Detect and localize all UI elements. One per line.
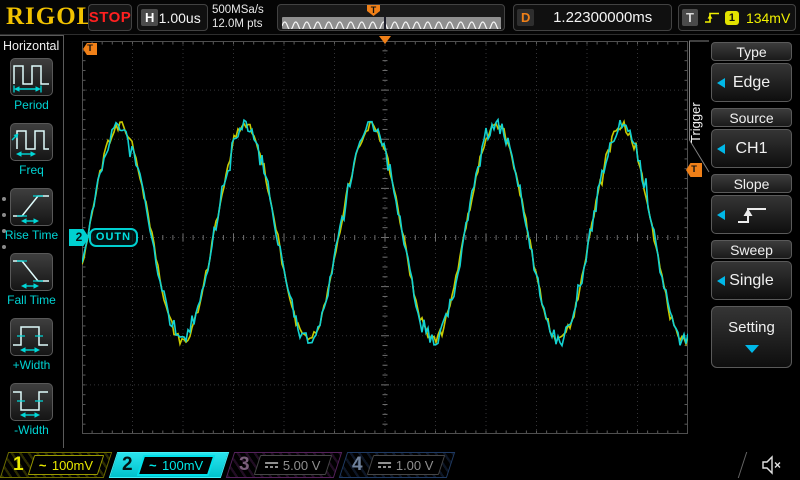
horizontal-label: H <box>141 9 159 26</box>
menu-item-freq[interactable]: Freq <box>0 123 63 177</box>
slope-value-button[interactable] <box>711 195 792 234</box>
fall-time-icon <box>10 253 53 291</box>
rigol-logo: RIGOL <box>6 3 95 30</box>
channel4-status[interactable]: 4 1.00 V <box>338 452 456 478</box>
channel4-number: 4 <box>352 454 363 475</box>
preview-waveform <box>282 21 501 29</box>
trigger-sweep-group: Sweep Single <box>711 240 792 300</box>
menu-item-plus-width[interactable]: +Width <box>0 318 63 372</box>
rise-time-icon <box>10 188 53 226</box>
channel2-scale: 100mV <box>161 457 203 473</box>
trigger-position-flag-icon[interactable]: T <box>367 5 380 16</box>
source-value-button[interactable]: CH1 <box>711 129 792 168</box>
type-value-button[interactable]: Edge <box>711 63 792 102</box>
menu-item-rise-time[interactable]: Rise Time <box>0 188 63 242</box>
channel2-number: 2 <box>122 454 133 475</box>
trigger-label: T <box>682 9 698 26</box>
channel2-signal-label[interactable]: OUTN <box>89 228 138 247</box>
run-stop-indicator[interactable]: STOP <box>88 4 132 31</box>
channel3-number: 3 <box>239 454 250 475</box>
left-arrow-icon <box>717 143 725 154</box>
trigger-slope-group: Slope <box>711 174 792 234</box>
left-arrow-icon <box>717 209 725 220</box>
menu-item-label: +Width <box>12 358 51 372</box>
left-menu-title: Horizontal <box>3 39 60 53</box>
down-arrow-icon <box>744 345 759 353</box>
sweep-value: Single <box>729 272 774 289</box>
sweep-header: Sweep <box>711 240 792 259</box>
trigger-type-group: Type Edge <box>711 42 792 102</box>
horizontal-timebase-box[interactable]: H 1.00us <box>137 4 208 31</box>
period-icon <box>10 58 53 96</box>
channel1-scale: 100mV <box>51 457 93 473</box>
channel3-status[interactable]: 3 5.00 V <box>225 452 343 478</box>
dc-coupling-icon <box>377 462 391 468</box>
menu-item-fall-time[interactable]: Fall Time <box>0 253 63 307</box>
sample-rate: 500MSa/s <box>212 4 264 16</box>
trigger-source-group: Source CH1 <box>711 108 792 168</box>
channel-status-bar: 1 ~ 100mV 2 ~ 100mV 3 5.00 V 4 1.00 V <box>0 450 800 480</box>
oscilloscope-screen: RIGOL STOP H 1.00us 500MSa/s 12.0M pts T… <box>0 0 800 480</box>
channel4-scale-box: 1.00 V <box>366 455 445 475</box>
ac-coupling-icon: ~ <box>148 457 157 473</box>
setting-label: Setting <box>728 319 775 336</box>
waveform-traces <box>82 117 688 348</box>
memory-band <box>282 17 501 29</box>
type-value: Edge <box>732 74 771 91</box>
source-header: Source <box>711 108 792 127</box>
menu-item-label: Fall Time <box>7 293 56 307</box>
run-state-label: STOP <box>88 9 132 26</box>
channel2-scale-box: ~ 100mV <box>136 454 215 476</box>
freq-icon <box>10 123 53 161</box>
channel1-status[interactable]: 1 ~ 100mV <box>0 452 113 478</box>
left-arrow-icon <box>717 275 725 286</box>
sweep-value-button[interactable]: Single <box>711 261 792 300</box>
channel1-number: 1 <box>13 454 24 475</box>
rising-edge-icon <box>737 208 766 223</box>
setting-button[interactable]: Setting <box>711 306 792 368</box>
window-position-marker <box>384 17 386 29</box>
left-arrow-icon <box>717 77 725 88</box>
channel3-scale: 5.00 V <box>282 457 321 473</box>
delay-value: 1.22300000ms <box>553 9 653 26</box>
menu-item-label: Rise Time <box>4 228 59 242</box>
type-header: Type <box>711 42 792 61</box>
delay-readout-box[interactable]: D 1.22300000ms <box>513 4 672 31</box>
plus-width-icon <box>10 318 53 356</box>
trigger-readout-box[interactable]: T 1 134mV <box>678 4 796 31</box>
menu-item-period[interactable]: Period <box>0 58 63 112</box>
channel1-scale-box: ~ 100mV <box>27 455 104 475</box>
minus-width-icon <box>10 383 53 421</box>
channel3-scale-box: 5.00 V <box>253 455 332 475</box>
top-status-bar: RIGOL STOP H 1.00us 500MSa/s 12.0M pts T… <box>0 0 800 35</box>
dc-coupling-icon <box>264 462 278 468</box>
waveform-preview-bar[interactable]: T <box>277 4 505 31</box>
trigger-position-triangle-icon[interactable] <box>379 36 391 44</box>
rising-slope-icon <box>704 12 719 23</box>
channel4-scale: 1.00 V <box>395 457 434 473</box>
slope-header: Slope <box>711 174 792 193</box>
timebase-value: 1.00us <box>158 9 201 26</box>
source-value: CH1 <box>735 140 768 157</box>
trigger-tab-label: Trigger <box>688 102 703 143</box>
acquisition-info: 500MSa/s 12.0M pts <box>212 3 264 31</box>
memory-depth: 12.0M pts <box>212 18 263 30</box>
trigger-level-value: 134mV <box>745 9 791 26</box>
channel2-status[interactable]: 2 ~ 100mV <box>108 452 230 478</box>
menu-item-minus-width[interactable]: -Width <box>0 383 63 437</box>
trigger-source-badge: 1 <box>724 10 739 25</box>
sound-muted-icon[interactable] <box>760 454 784 476</box>
delay-label: D <box>517 9 535 26</box>
menu-item-label: Period <box>14 98 49 112</box>
menu-item-label: Freq <box>19 163 44 177</box>
menu-item-label: -Width <box>14 423 49 437</box>
waveform-display-area <box>82 41 688 434</box>
ac-coupling-icon: ~ <box>38 457 47 473</box>
bottom-bar-divider <box>737 452 748 478</box>
